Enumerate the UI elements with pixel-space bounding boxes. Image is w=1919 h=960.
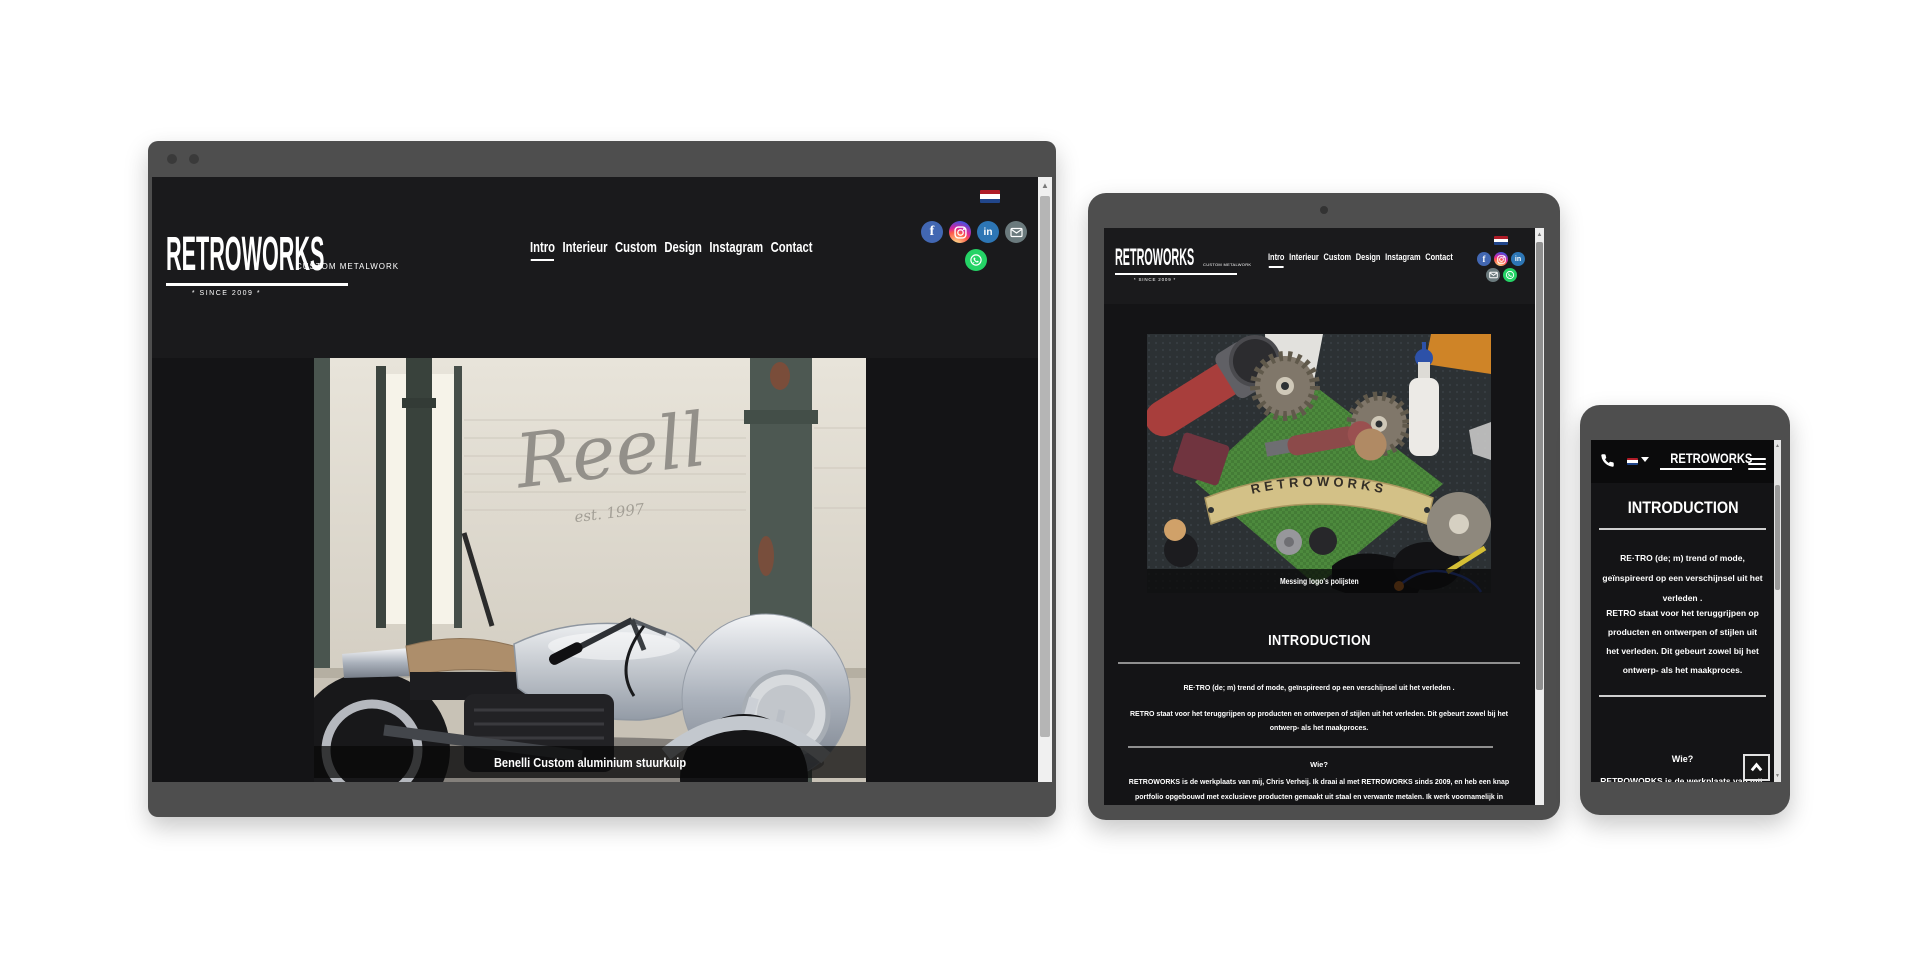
nav-custom[interactable]: Custom xyxy=(615,239,657,261)
desktop-mockup: RETROWORKS CUSTOM METALWORK * SINCE 2009… xyxy=(148,141,1056,817)
section-divider-2 xyxy=(1599,695,1766,697)
tablet-hero-slide[interactable]: RETROWORKS Messing logo's polijsten xyxy=(1147,334,1491,593)
email-icon[interactable] xyxy=(1486,268,1500,282)
nav-intro[interactable]: Intro xyxy=(1268,252,1284,268)
intro-paragraph-1: RE·TRO (de; m) trend of mode, geïnspiree… xyxy=(1601,548,1764,608)
main-nav: Intro Interieur Custom Design Instagram … xyxy=(530,239,813,261)
window-dot-2[interactable] xyxy=(189,154,199,164)
tablet-screen: RETROWORKS CUSTOM METALWORK * SINCE 2009… xyxy=(1104,228,1544,805)
instagram-icon[interactable] xyxy=(1494,252,1508,266)
brand-since: * SINCE 2009 * xyxy=(166,290,287,297)
whatsapp-icon[interactable] xyxy=(965,249,987,271)
phone-call-icon[interactable] xyxy=(1600,453,1615,473)
nav-instagram[interactable]: Instagram xyxy=(1385,252,1420,268)
nav-interieur[interactable]: Interieur xyxy=(562,239,607,261)
phone-mockup: RETROWORKS INTRODUCTION RE·TRO (de; m) t… xyxy=(1580,405,1790,815)
site-header: RETROWORKS CUSTOM METALWORK * SINCE 2009… xyxy=(152,177,1038,358)
nav-interieur[interactable]: Interieur xyxy=(1289,252,1319,268)
section-divider xyxy=(1599,528,1766,530)
who-title: Wie? xyxy=(1601,754,1764,764)
section-divider-2 xyxy=(1128,746,1493,748)
brand-logo: RETROWORKS xyxy=(1115,246,1194,270)
brand-tagline: CUSTOM METALWORK xyxy=(296,262,399,271)
window-dot-1[interactable] xyxy=(167,154,177,164)
phone-screen: RETROWORKS INTRODUCTION RE·TRO (de; m) t… xyxy=(1591,440,1781,782)
brand-block[interactable]: RETROWORKS CUSTOM METALWORK * SINCE 2009… xyxy=(166,231,366,279)
slide-caption-bar: Messing logo's polijsten xyxy=(1147,569,1491,593)
brand-since: * SINCE 2009 * xyxy=(1115,277,1195,282)
slide-caption-bar: Benelli Custom aluminium stuurkuip xyxy=(314,746,866,778)
desktop-scrollbar[interactable]: ▲ xyxy=(1038,177,1052,782)
whatsapp-icon[interactable] xyxy=(1503,268,1517,282)
facebook-icon[interactable]: f xyxy=(921,221,943,243)
slide-photo-benelli: Reell est. 1997 xyxy=(314,358,866,782)
phone-topbar: RETROWORKS xyxy=(1591,440,1774,483)
phone-scrollbar[interactable]: ▲ ▼ xyxy=(1774,440,1781,782)
nav-design[interactable]: Design xyxy=(1356,252,1381,268)
intro-paragraph-2: RETRO staat voor het teruggrijpen op pro… xyxy=(1129,708,1509,736)
linkedin-icon[interactable]: in xyxy=(977,221,999,243)
who-text: RETROWORKS is de werkplaats van mij, Chr… xyxy=(1126,775,1512,805)
tablet-scrollbar[interactable]: ▲ xyxy=(1535,228,1544,805)
hero-slide[interactable]: Reell est. 1997 xyxy=(314,358,866,782)
nav-contact[interactable]: Contact xyxy=(771,239,813,261)
scroll-to-top-button[interactable] xyxy=(1743,754,1770,781)
nav-custom[interactable]: Custom xyxy=(1323,252,1351,268)
brand-logo: RETROWORKS xyxy=(166,231,324,279)
slide-caption: Messing logo's polijsten xyxy=(1280,577,1359,586)
intro-paragraph-2: RETRO staat voor het teruggrijpen op pro… xyxy=(1601,604,1764,680)
slide-photo-workbench: RETROWORKS xyxy=(1147,334,1491,593)
phone-scrollbar-thumb[interactable] xyxy=(1775,485,1780,590)
brand-block[interactable]: RETROWORKS CUSTOM METALWORK * SINCE 2009… xyxy=(1115,246,1245,270)
desktop-browser-screen: RETROWORKS CUSTOM METALWORK * SINCE 2009… xyxy=(152,177,1052,782)
scroll-down-arrow[interactable]: ▼ xyxy=(1774,771,1781,781)
instagram-icon[interactable] xyxy=(949,221,971,243)
language-flag-nl-icon[interactable] xyxy=(1627,458,1638,465)
brand-tagline: CUSTOM METALWORK xyxy=(1203,262,1251,267)
facebook-icon[interactable]: f xyxy=(1477,252,1491,266)
hamburger-menu-icon[interactable] xyxy=(1748,455,1766,473)
nav-instagram[interactable]: Instagram xyxy=(709,239,763,261)
brand-underline xyxy=(166,283,348,286)
main-nav: Intro Interieur Custom Design Instagram … xyxy=(1268,252,1453,268)
section-title: INTRODUCTION xyxy=(1599,498,1767,518)
who-title: Wie? xyxy=(1129,760,1509,769)
linkedin-icon[interactable]: in xyxy=(1511,252,1525,266)
tablet-camera-dot xyxy=(1320,206,1328,214)
language-flag-nl-icon[interactable] xyxy=(1494,236,1508,245)
chevron-down-icon[interactable] xyxy=(1641,457,1649,462)
tablet-site-header: RETROWORKS CUSTOM METALWORK * SINCE 2009… xyxy=(1104,228,1535,304)
scroll-up-arrow[interactable]: ▲ xyxy=(1535,230,1544,240)
nav-intro[interactable]: Intro xyxy=(530,239,555,261)
slide-caption: Benelli Custom aluminium stuurkuip xyxy=(494,755,686,770)
section-divider xyxy=(1118,662,1520,664)
brand-underline xyxy=(1115,273,1237,275)
section-title: INTRODUCTION xyxy=(1129,632,1509,649)
nav-design[interactable]: Design xyxy=(664,239,702,261)
brand-logo[interactable]: RETROWORKS xyxy=(1660,451,1732,470)
language-flag-nl-icon[interactable] xyxy=(980,190,1000,203)
nav-contact[interactable]: Contact xyxy=(1425,252,1453,268)
tablet-scrollbar-thumb[interactable] xyxy=(1536,242,1543,690)
scroll-up-arrow[interactable]: ▲ xyxy=(1774,441,1781,451)
responsive-preview-canvas: RETROWORKS CUSTOM METALWORK * SINCE 2009… xyxy=(0,0,1919,960)
desktop-scrollbar-thumb[interactable] xyxy=(1040,196,1050,737)
intro-paragraph-1: RE·TRO (de; m) trend of mode, geïnspiree… xyxy=(1129,685,1509,692)
tablet-mockup: RETROWORKS CUSTOM METALWORK * SINCE 2009… xyxy=(1088,193,1560,820)
email-icon[interactable] xyxy=(1005,221,1027,243)
scroll-up-arrow[interactable]: ▲ xyxy=(1038,181,1052,191)
